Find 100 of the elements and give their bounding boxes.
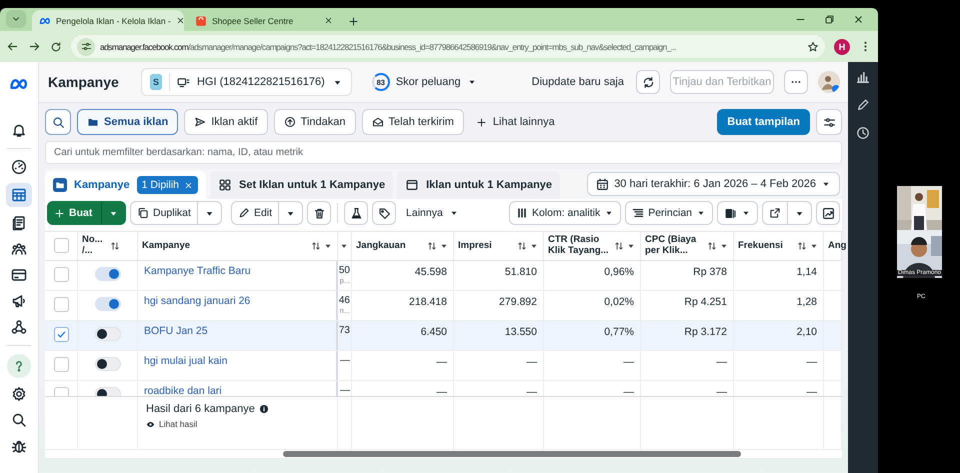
view-results-link[interactable]: Lihat hasil: [159, 419, 198, 429]
date-range-button[interactable]: 30 hari terakhir: 6 Jan 2026 – 4 Feb 2026: [587, 172, 840, 196]
edit-button[interactable]: Edit: [230, 201, 280, 225]
reports-button[interactable]: [717, 201, 758, 225]
duplicate-button[interactable]: Duplikat: [130, 201, 198, 225]
toggle-switch[interactable]: [94, 297, 120, 311]
more-filters-button[interactable]: Lihat lainnya: [470, 116, 561, 128]
bug-icon: [11, 438, 27, 454]
browser-tab[interactable]: Shopee Seller Centre: [188, 10, 340, 31]
select-all-checkbox[interactable]: [54, 238, 68, 253]
column-header[interactable]: Impresi: [458, 240, 515, 252]
account-badge: S: [150, 74, 162, 90]
grid-icon: [218, 178, 232, 192]
toggle-switch[interactable]: [94, 357, 120, 371]
filter-tab[interactable]: Telah terkirim: [362, 109, 464, 135]
megaphone-icon: [11, 293, 27, 309]
chart-button[interactable]: [816, 201, 840, 225]
level-tab[interactable]: Iklan untuk 1 Kampanye: [397, 171, 560, 199]
pencil-icon[interactable]: [856, 98, 870, 112]
column-header[interactable]: Frekuensi: [738, 240, 795, 252]
refresh-button[interactable]: [636, 70, 660, 94]
columns-button[interactable]: Kolom: analitik: [508, 201, 622, 225]
people-icon: [11, 241, 27, 257]
table-cell: 0,02%: [604, 296, 634, 308]
table-cell: 46: [338, 295, 350, 306]
dropdown-button[interactable]: [101, 201, 126, 225]
sort-icon[interactable]: [110, 241, 120, 251]
table-cell: —: [624, 386, 634, 396]
row-checkbox[interactable]: [54, 357, 68, 372]
sort-icon[interactable]: [797, 241, 807, 251]
restore-icon[interactable]: [824, 14, 835, 25]
export-icon: [769, 207, 781, 219]
window-icon: [405, 178, 420, 192]
sort-icon[interactable]: [311, 241, 321, 251]
profile-button[interactable]: H: [834, 38, 850, 54]
campaign-link[interactable]: BOFU Jan 25: [144, 325, 208, 337]
toggle-switch[interactable]: [94, 327, 120, 341]
selection-chip[interactable]: 1 Dipilih: [136, 176, 198, 194]
shopping-bag-icon: [195, 14, 207, 26]
sort-icon[interactable]: [614, 241, 624, 251]
export-button[interactable]: [762, 201, 788, 225]
search-button[interactable]: [45, 109, 71, 135]
filter-tab[interactable]: Tindakan: [274, 109, 356, 135]
trash-icon: [312, 206, 326, 220]
level-tab[interactable]: Set Iklan untuk 1 Kampanye: [210, 171, 394, 199]
eye-icon: [146, 420, 155, 428]
close-icon[interactable]: [853, 14, 864, 25]
column-header[interactable]: No... /...: [82, 235, 108, 257]
summary-text: Hasil dari 6 kampanye: [146, 403, 255, 415]
test-button[interactable]: [344, 201, 368, 225]
account-selector[interactable]: S HGI (1824122821516176): [140, 68, 352, 96]
settings-icon: [11, 386, 27, 402]
campaign-link[interactable]: roadbike dan lari: [144, 385, 222, 396]
scrollbar-thumb[interactable]: [283, 451, 741, 457]
report-icon: [724, 206, 737, 220]
tag-button[interactable]: [372, 201, 396, 225]
column-header[interactable]: CPC (Biaya per Klik...: [645, 235, 705, 257]
row-checkbox[interactable]: [54, 327, 68, 342]
back-icon[interactable]: [6, 40, 19, 53]
filter-tab[interactable]: Iklan aktif: [184, 109, 268, 135]
new-tab-button[interactable]: [348, 16, 359, 27]
nav-item[interactable]: [6, 183, 32, 207]
browser-tab[interactable]: Pengelola Iklan - Kelola Iklan -: [32, 10, 184, 31]
breakdown-button[interactable]: Perincian: [625, 201, 713, 225]
create-view-button[interactable]: Buat tampilan: [717, 109, 810, 135]
clock-icon[interactable]: [856, 126, 870, 140]
sort-icon[interactable]: [427, 241, 437, 251]
delete-button[interactable]: [307, 201, 332, 225]
create-button[interactable]: Buat: [47, 201, 101, 225]
tag-icon: [378, 206, 391, 220]
reload-icon[interactable]: [50, 40, 62, 52]
forward-icon[interactable]: [28, 40, 41, 53]
campaign-link[interactable]: Kampanye Traffic Baru: [144, 265, 251, 277]
column-header[interactable]: Ang: [828, 240, 846, 252]
row-checkbox[interactable]: [54, 297, 68, 312]
sort-icon[interactable]: [517, 241, 527, 251]
close-icon: [176, 16, 185, 25]
close-icon: [184, 180, 193, 190]
star-icon[interactable]: [807, 40, 819, 52]
more-button[interactable]: Lainnya: [400, 207, 465, 219]
toggle-switch[interactable]: [94, 267, 120, 281]
table-cell: Rp 378: [693, 266, 727, 278]
sort-icon[interactable]: [707, 241, 717, 251]
address-bar[interactable]: adsmanager.facebook.com/adsmanager/manage/campaigns?act=1824122821516176&business_id=877986642586919&nav_entry_point=mbs_sub_nav&selected_campaign_...: [71, 35, 825, 58]
help-button[interactable]: [7, 354, 31, 378]
row-checkbox[interactable]: [54, 267, 68, 282]
campaign-link[interactable]: hgi sandang januari 26: [144, 295, 250, 307]
search-field[interactable]: Cari untuk memfilter berdasarkan: nama, ID, atau metrik: [45, 141, 842, 164]
level-tab[interactable]: Kampanye 1 Dipilih: [45, 171, 206, 199]
campaign-link[interactable]: hgi mulai jual kain: [144, 355, 228, 367]
table-icon: [11, 187, 27, 203]
table-cell: —: [436, 386, 447, 396]
settings-button[interactable]: [816, 109, 842, 135]
column-header[interactable]: Kampanye: [142, 240, 309, 252]
bar-chart-icon[interactable]: [856, 70, 870, 84]
column-header[interactable]: CTR (Rasio Klik Tayang...: [548, 235, 612, 257]
column-header[interactable]: Jangkauan: [356, 240, 425, 252]
avatar[interactable]: [818, 71, 840, 93]
table-cell: 218.418: [409, 296, 447, 308]
filter-tab[interactable]: Semua iklan: [77, 109, 178, 135]
